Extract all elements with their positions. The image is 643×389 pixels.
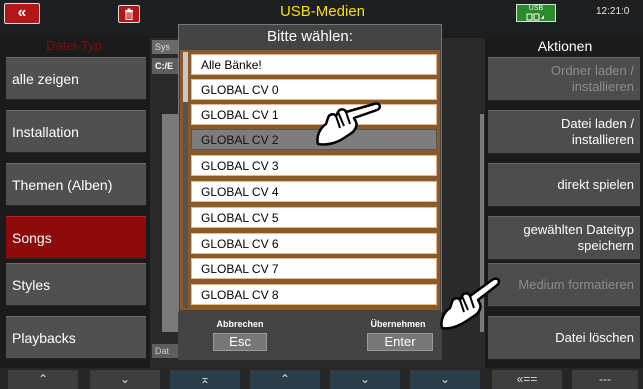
dialog-list-item[interactable]: GLOBAL CV 0 (191, 79, 437, 100)
dialog-list-item-selected[interactable]: GLOBAL CV 2 (191, 129, 437, 150)
load-folder-button[interactable]: Ordner laden / installieren (488, 57, 640, 101)
load-file-label-2: installieren (571, 132, 634, 147)
save-file-type-label-2: speichern (577, 238, 634, 253)
dialog-list-item[interactable]: GLOBAL CV 3 (191, 155, 437, 176)
file-type-heading: Datei-Typ (46, 38, 102, 53)
load-file-label-1: Datei laden / (561, 116, 634, 131)
delete-file-label: Datei löschen (555, 330, 634, 345)
nav-page-up-button[interactable]: ⌃ (8, 370, 78, 389)
format-medium-label: Medium formatieren (518, 277, 634, 292)
filter-songs-button[interactable]: Songs (6, 216, 146, 259)
page-title: USB-Medien (279, 3, 366, 20)
dialog-list-item[interactable]: GLOBAL CV 4 (191, 181, 437, 202)
file-list-edge (480, 114, 484, 332)
dialog-list-item[interactable]: GLOBAL CV 1 (191, 104, 437, 125)
trash-icon (125, 8, 133, 20)
filter-all-button[interactable]: alle zeigen (6, 57, 146, 100)
dialog-scroll-thumb[interactable] (183, 52, 188, 102)
save-file-type-button[interactable]: gewählten Dateityp speichern (488, 216, 640, 260)
format-medium-button[interactable]: Medium formatieren (488, 263, 640, 307)
save-file-type-label-1: gewählten Dateityp (523, 222, 634, 237)
filter-styles-button[interactable]: Styles (6, 263, 146, 306)
nav-more-button[interactable]: --- (572, 370, 638, 389)
nav-bottom-button[interactable]: ⌄ (410, 370, 480, 389)
trash-button[interactable] (118, 5, 140, 23)
cancel-caption: Abbrechen (216, 319, 264, 329)
dialog-title: Bitte wählen: (267, 28, 353, 45)
dialog-list-item[interactable]: Alle Bänke! (191, 54, 437, 75)
back-button[interactable]: « (4, 3, 40, 24)
enter-button[interactable]: Enter (367, 333, 433, 351)
nav-down-button[interactable]: ⌄ (330, 370, 400, 389)
nav-top-button[interactable]: ⌅ (170, 370, 240, 389)
dialog-list-item[interactable]: GLOBAL CV 8 (191, 284, 437, 305)
load-folder-label-1: Ordner laden / (550, 63, 634, 78)
usb-badge: USB (516, 4, 556, 22)
usb-badge-label: USB (528, 5, 544, 12)
load-file-button[interactable]: Datei laden / installieren (488, 110, 640, 154)
nav-page-down-button[interactable]: ⌄ (90, 370, 160, 389)
filter-themes-button[interactable]: Themen (Alben) (6, 163, 146, 206)
usb-icon (526, 13, 544, 21)
filter-installation-button[interactable]: Installation (6, 110, 146, 153)
cancel-button[interactable]: Esc (213, 333, 267, 351)
dialog-list-item[interactable]: GLOBAL CV 6 (191, 233, 437, 254)
delete-file-button[interactable]: Datei löschen (488, 316, 640, 360)
nav-back-button[interactable]: «== (492, 370, 562, 389)
play-direct-label: direkt spielen (557, 177, 634, 192)
nav-up-button[interactable]: ⌃ (250, 370, 320, 389)
filter-playbacks-button[interactable]: Playbacks (6, 316, 146, 359)
dialog-list-item[interactable]: GLOBAL CV 7 (191, 258, 437, 279)
load-folder-label-2: installieren (571, 79, 634, 94)
clock: 12:21:0 (596, 6, 630, 17)
actions-heading: Aktionen (537, 38, 593, 54)
confirm-caption: Übernehmen (370, 319, 426, 329)
play-direct-button[interactable]: direkt spielen (488, 163, 640, 207)
dialog-list-item[interactable]: GLOBAL CV 5 (191, 207, 437, 228)
